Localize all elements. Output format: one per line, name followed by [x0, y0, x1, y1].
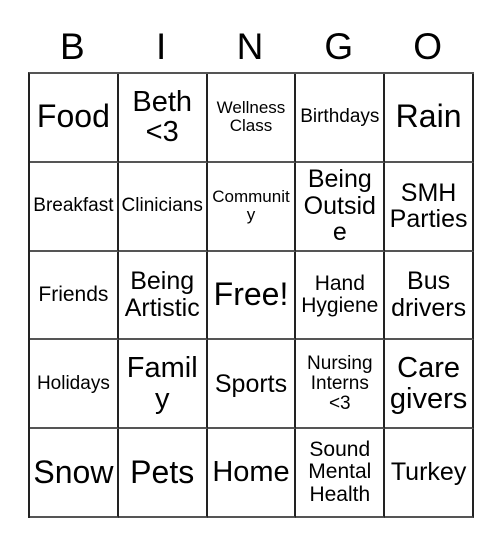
- bingo-cell-label: Hand Hygiene: [301, 271, 379, 317]
- bingo-cell-b4[interactable]: Holidays: [30, 340, 119, 430]
- bingo-cell-label: Turkey: [390, 458, 467, 487]
- bingo-cell-label: Wellness Class: [216, 98, 286, 136]
- bingo-cell-o4[interactable]: Care givers: [385, 340, 474, 430]
- bingo-cell-label: Beth <3: [132, 85, 193, 149]
- bingo-header-row: B I N G O: [28, 22, 472, 72]
- bingo-cell-n5[interactable]: Home: [207, 429, 297, 518]
- bingo-grid: Food Beth <3 Wellness Class Birthdays Ra…: [28, 72, 474, 518]
- bingo-cell-label: Sound Mental Health: [308, 438, 372, 506]
- bingo-cell-label: Rain: [395, 98, 462, 135]
- bingo-cell-i1[interactable]: Beth <3: [118, 74, 208, 163]
- bingo-cell-g1[interactable]: Birthdays: [296, 74, 386, 163]
- bingo-cell-o3[interactable]: Bus drivers: [385, 251, 474, 341]
- bingo-cell-label: Snow: [33, 453, 114, 490]
- bingo-card: B I N G O Food Beth <3 Wellness Class Bi…: [0, 0, 500, 544]
- bingo-row: Breakfast Clinicians Community Being Out…: [30, 162, 474, 252]
- bingo-cell-label: Holidays: [36, 372, 110, 394]
- bingo-cell-label: Being Outside: [303, 165, 376, 247]
- bingo-row: Holidays Family Sports Nursing Interns <…: [30, 340, 474, 430]
- bingo-cell-label: Birthdays: [300, 106, 380, 128]
- bingo-header-letter-o: O: [413, 26, 442, 67]
- bingo-header-letter-n: N: [236, 26, 264, 67]
- bingo-cell-i4[interactable]: Family: [118, 340, 208, 430]
- bingo-cell-o2[interactable]: SMH Parties: [385, 162, 474, 252]
- bingo-cell-label: SMH Parties: [389, 178, 468, 234]
- bingo-row: Food Beth <3 Wellness Class Birthdays Ra…: [30, 74, 474, 163]
- bingo-cell-label: Home: [212, 456, 290, 489]
- bingo-cell-i2[interactable]: Clinicians: [118, 162, 208, 252]
- bingo-cell-label: Being Artistic: [124, 267, 200, 322]
- bingo-cell-g4[interactable]: Nursing Interns <3: [296, 340, 386, 430]
- bingo-cell-label: Community: [212, 187, 290, 225]
- bingo-cell-i3[interactable]: Being Artistic: [118, 251, 208, 341]
- bingo-cell-label: Bus drivers: [391, 267, 467, 322]
- bingo-cell-label: Clinicians: [121, 195, 203, 217]
- bingo-cell-o1[interactable]: Rain: [385, 74, 474, 163]
- bingo-cell-b2[interactable]: Breakfast: [30, 162, 119, 252]
- bingo-cell-label: Nursing Interns <3: [307, 352, 373, 414]
- bingo-cell-g2[interactable]: Being Outside: [296, 162, 386, 252]
- bingo-cell-label: Food: [36, 98, 110, 135]
- bingo-cell-o5[interactable]: Turkey: [385, 429, 474, 518]
- bingo-row: Snow Pets Home Sound Mental Health Turke…: [30, 429, 474, 518]
- bingo-cell-label: Breakfast: [33, 195, 114, 217]
- bingo-cell-free-space[interactable]: Free!: [207, 251, 297, 341]
- bingo-cell-n2[interactable]: Community: [207, 162, 297, 252]
- bingo-cell-n4[interactable]: Sports: [207, 340, 297, 430]
- bingo-cell-label: Free!: [213, 276, 289, 313]
- bingo-cell-b1[interactable]: Food: [30, 74, 119, 163]
- bingo-cell-n1[interactable]: Wellness Class: [207, 74, 297, 163]
- bingo-cell-label: Care givers: [389, 352, 468, 415]
- bingo-cell-label: Friends: [38, 282, 109, 306]
- bingo-cell-b3[interactable]: Friends: [30, 251, 119, 341]
- bingo-cell-g3[interactable]: Hand Hygiene: [296, 251, 386, 341]
- bingo-header-letter-b: B: [60, 26, 85, 67]
- bingo-cell-g5[interactable]: Sound Mental Health: [296, 429, 386, 518]
- bingo-cell-label: Sports: [214, 369, 288, 398]
- bingo-cell-i5[interactable]: Pets: [118, 429, 208, 518]
- bingo-cell-b5[interactable]: Snow: [30, 429, 119, 518]
- bingo-cell-label: Family: [126, 352, 198, 415]
- bingo-row: Friends Being Artistic Free! Hand Hygien…: [30, 251, 474, 341]
- bingo-cell-label: Pets: [130, 453, 195, 490]
- bingo-header-letter-i: I: [156, 26, 167, 67]
- bingo-header-letter-g: G: [324, 26, 354, 67]
